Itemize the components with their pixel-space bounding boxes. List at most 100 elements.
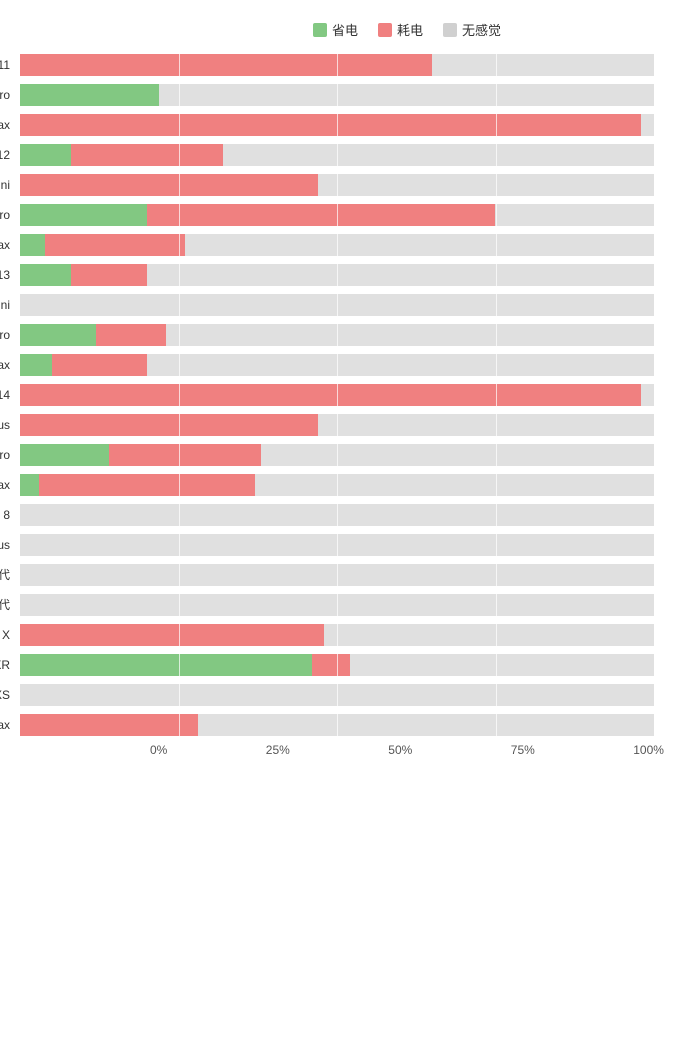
bar-row: iPhone 14 Plus — [20, 411, 654, 439]
bar-track — [20, 114, 654, 136]
bar-label: iPhone 13 mini — [0, 298, 16, 312]
bar-track — [20, 294, 654, 316]
bar-track — [20, 234, 654, 256]
bar-track — [20, 414, 654, 436]
bar-row: iPhone 12 mini — [20, 171, 654, 199]
bar-row: iPhone 8 — [20, 501, 654, 529]
bar-label: iPhone X — [0, 628, 16, 642]
bar-track — [20, 714, 654, 736]
bar-row: iPhone SE 第2代 — [20, 561, 654, 589]
bar-track — [20, 324, 654, 346]
legend-color-dot — [443, 23, 457, 37]
bar-label: iPhone XS — [0, 688, 16, 702]
legend-label: 无感觉 — [462, 20, 501, 39]
xaxis-label: 100% — [633, 743, 664, 757]
bar-track — [20, 684, 654, 706]
bar-label: iPhone 12 Pro Max — [0, 238, 16, 252]
bar-label: iPhone 11 Pro Max — [0, 118, 16, 132]
bar-track — [20, 444, 654, 466]
bar-row: iPhone 11 Pro — [20, 81, 654, 109]
bar-track — [20, 204, 654, 226]
bar-row: iPhone XR — [20, 651, 654, 679]
bar-row: iPhone 13 — [20, 261, 654, 289]
bar-row: iPhone 14 Pro — [20, 441, 654, 469]
bar-label: iPhone 12 Pro — [0, 208, 16, 222]
bar-segment-red — [109, 444, 261, 466]
legend-color-dot — [313, 23, 327, 37]
bar-row: iPhone 14 — [20, 381, 654, 409]
bar-row: iPhone 11 — [20, 51, 654, 79]
bar-track — [20, 654, 654, 676]
bar-track — [20, 504, 654, 526]
bar-label: iPhone 11 — [0, 58, 16, 72]
bar-segment-green — [20, 204, 147, 226]
xaxis-label: 0% — [150, 743, 167, 757]
bar-label: iPhone 12 — [0, 148, 16, 162]
legend-label: 省电 — [332, 20, 358, 39]
bar-track — [20, 624, 654, 646]
bar-track — [20, 564, 654, 586]
legend-item: 省电 — [313, 20, 358, 39]
bar-row: iPhone 13 Pro Max — [20, 351, 654, 379]
xaxis-label: 75% — [511, 743, 535, 757]
legend-label: 耗电 — [397, 20, 423, 39]
bar-row: iPhone X — [20, 621, 654, 649]
bar-track — [20, 84, 654, 106]
bar-segment-red — [20, 384, 641, 406]
bar-segment-red — [96, 324, 166, 346]
bar-label: iPhone 14 Pro — [0, 448, 16, 462]
bar-track — [20, 354, 654, 376]
bar-row: iPhone XS Max — [20, 711, 654, 739]
bar-segment-red — [39, 474, 255, 496]
legend-item: 耗电 — [378, 20, 423, 39]
bar-row: iPhone SE 第3代 — [20, 591, 654, 619]
bar-label: iPhone SE 第3代 — [0, 598, 16, 612]
bar-label: iPhone 14 Plus — [0, 418, 16, 432]
bar-row: iPhone 12 Pro Max — [20, 231, 654, 259]
bar-segment-red — [71, 264, 147, 286]
bar-label: iPhone 8 Plus — [0, 538, 16, 552]
bar-segment-red — [20, 114, 641, 136]
bar-track — [20, 534, 654, 556]
bar-label: iPhone 12 mini — [0, 178, 16, 192]
bar-label: iPhone 13 Pro Max — [0, 358, 16, 372]
bar-row: iPhone 13 Pro — [20, 321, 654, 349]
bar-track — [20, 474, 654, 496]
bar-track — [20, 384, 654, 406]
bar-track — [20, 144, 654, 166]
bar-label: iPhone 13 — [0, 268, 16, 282]
bar-track — [20, 54, 654, 76]
bar-segment-red — [20, 174, 318, 196]
bar-segment-green — [20, 84, 159, 106]
bar-segment-green — [20, 654, 312, 676]
bar-segment-red — [71, 144, 223, 166]
xaxis-label: 25% — [266, 743, 290, 757]
bar-row: iPhone 8 Plus — [20, 531, 654, 559]
bar-segment-green — [20, 474, 39, 496]
bar-label: iPhone SE 第2代 — [0, 568, 16, 582]
bar-segment-green — [20, 234, 45, 256]
bar-segment-red — [20, 54, 432, 76]
bar-row: iPhone 12 — [20, 141, 654, 169]
bar-label: iPhone XR — [0, 658, 16, 672]
bar-row: iPhone 14 Pro Max — [20, 471, 654, 499]
bar-row: iPhone 12 Pro — [20, 201, 654, 229]
bar-segment-green — [20, 264, 71, 286]
legend-item: 无感觉 — [443, 20, 501, 39]
xaxis-label: 50% — [388, 743, 412, 757]
bar-label: iPhone 14 — [0, 388, 16, 402]
bar-label: iPhone 14 Pro Max — [0, 478, 16, 492]
bar-row: iPhone 11 Pro Max — [20, 111, 654, 139]
bar-segment-red — [312, 654, 350, 676]
bar-row: iPhone 13 mini — [20, 291, 654, 319]
bar-row: iPhone XS — [20, 681, 654, 709]
bar-track — [20, 264, 654, 286]
bar-segment-green — [20, 144, 71, 166]
bar-segment-green — [20, 354, 52, 376]
bar-segment-red — [20, 624, 324, 646]
bar-segment-red — [52, 354, 147, 376]
legend: 省电 耗电 无感觉 — [150, 20, 664, 39]
bar-segment-red — [20, 414, 318, 436]
bar-track — [20, 594, 654, 616]
bar-label: iPhone XS Max — [0, 718, 16, 732]
